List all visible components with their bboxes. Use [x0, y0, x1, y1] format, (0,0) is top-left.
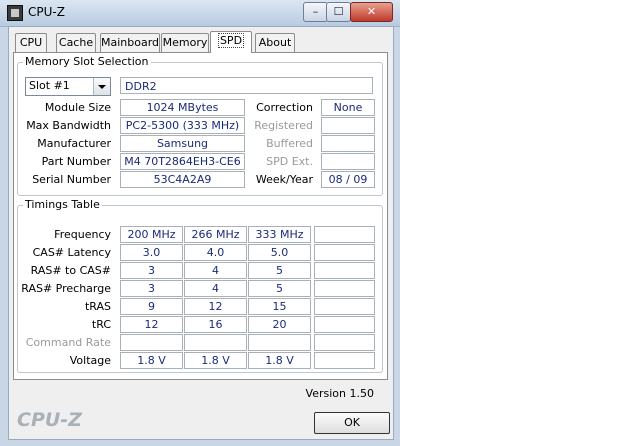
registered-value	[321, 117, 375, 134]
max-bandwidth-label: Max Bandwidth	[26, 119, 111, 132]
memory-type-field: DDR2	[120, 77, 373, 94]
timing-cell	[314, 298, 375, 315]
serial-number-label: Serial Number	[32, 173, 111, 186]
timing-cell: 16	[184, 316, 247, 333]
timing-row-label: Frequency	[54, 228, 111, 241]
tab-label: CPU	[19, 36, 43, 49]
cpuz-logo-text: CPU-Z	[17, 409, 82, 431]
timing-cell: 1.8 V	[120, 352, 183, 369]
tab-label: SPD	[217, 33, 245, 48]
cpuz-app-icon	[7, 5, 23, 21]
timing-cell: 4	[184, 262, 247, 279]
timing-row-label: CAS# Latency	[32, 246, 111, 259]
module-size-label: Module Size	[44, 101, 111, 114]
timing-cell	[314, 262, 375, 279]
timing-row-label: tRC	[91, 318, 111, 331]
correction-value: None	[321, 99, 375, 116]
tab-label: Mainboard	[101, 36, 160, 49]
tab-label: About	[258, 36, 292, 49]
tab-spd[interactable]: SPD	[210, 31, 252, 53]
timing-cell	[314, 280, 375, 297]
timing-cell	[314, 316, 375, 333]
timing-cell: 1.8 V	[248, 352, 311, 369]
tab-cpu[interactable]: CPU	[15, 33, 47, 52]
timing-cell: 5	[248, 262, 311, 279]
timing-cell	[314, 352, 375, 369]
timing-cell	[248, 334, 311, 351]
timing-cell	[314, 244, 375, 261]
timing-cell	[120, 334, 183, 351]
tab-label: Memory	[162, 36, 208, 49]
maximize-button[interactable]: ☐	[326, 2, 351, 22]
part-number-label: Part Number	[41, 155, 111, 168]
timing-cell	[314, 334, 375, 351]
max-bandwidth-value: PC2-5300 (333 MHz)	[120, 117, 245, 134]
spd-ext-label: SPD Ext.	[266, 155, 313, 168]
timing-cell: 4	[184, 280, 247, 297]
timing-cell: 5.0	[248, 244, 311, 261]
timing-cell: 15	[248, 298, 311, 315]
timing-row-label: Command Rate	[25, 336, 111, 349]
close-button[interactable]: ✕	[350, 2, 393, 22]
tab-mainboard[interactable]: Mainboard	[100, 33, 160, 52]
tab-cache[interactable]: Cache	[56, 33, 96, 52]
timing-cell: 3	[120, 262, 183, 279]
timing-cell: 12	[120, 316, 183, 333]
timing-cell: 200 MHz	[120, 226, 183, 243]
correction-label: Correction	[256, 101, 313, 114]
timing-cell: 5	[248, 280, 311, 297]
timing-cell: 12	[184, 298, 247, 315]
timing-cell: 1.8 V	[184, 352, 247, 369]
timing-row-label: Voltage	[69, 354, 111, 367]
part-number-value: M4 70T2864EH3-CE6	[120, 153, 245, 170]
timing-cell: 266 MHz	[184, 226, 247, 243]
buffered-value	[321, 135, 375, 152]
title-bar[interactable]: CPU-Z – ☐ ✕	[0, 0, 400, 27]
tab-about[interactable]: About	[255, 33, 295, 52]
module-size-value: 1024 MBytes	[120, 99, 245, 116]
timings-group-title: Timings Table	[23, 198, 102, 211]
timing-cell: 3	[120, 280, 183, 297]
window-title: CPU-Z	[28, 5, 65, 19]
tab-memory[interactable]: Memory	[161, 33, 209, 52]
manufacturer-value: Samsung	[120, 135, 245, 152]
desktop-background	[400, 0, 640, 446]
timing-row-label: RAS# to CAS#	[30, 264, 111, 277]
week-year-label: Week/Year	[255, 173, 313, 186]
chevron-down-icon[interactable]	[93, 78, 110, 95]
timing-cell	[184, 334, 247, 351]
slot-dropdown[interactable]: Slot #1	[25, 77, 111, 96]
timing-cell: 333 MHz	[248, 226, 311, 243]
spd-ext-value	[321, 153, 375, 170]
version-label: Version 1.50	[305, 387, 374, 400]
timing-cell	[314, 226, 375, 243]
timing-cell: 3.0	[120, 244, 183, 261]
timing-cell: 9	[120, 298, 183, 315]
slot-dropdown-value: Slot #1	[29, 79, 70, 92]
memory-slot-group-title: Memory Slot Selection	[23, 55, 151, 68]
serial-number-value: 53C4A2A9	[120, 171, 245, 188]
minimize-button[interactable]: –	[303, 2, 328, 22]
timing-cell: 4.0	[184, 244, 247, 261]
registered-label: Registered	[254, 119, 313, 132]
timing-cell: 20	[248, 316, 311, 333]
ok-button[interactable]: OK	[314, 412, 390, 434]
week-year-value: 08 / 09	[321, 171, 375, 188]
buffered-label: Buffered	[266, 137, 313, 150]
manufacturer-label: Manufacturer	[37, 137, 111, 150]
timing-row-label: tRAS	[84, 300, 111, 313]
timing-row-label: RAS# Precharge	[21, 282, 111, 295]
tab-label: Cache	[58, 36, 94, 49]
